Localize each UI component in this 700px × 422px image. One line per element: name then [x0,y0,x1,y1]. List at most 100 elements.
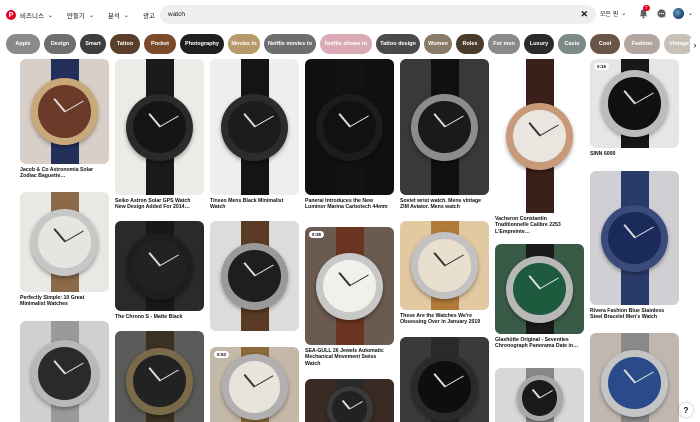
video-duration-badge: 0:38 [309,231,325,238]
pin-image[interactable] [210,221,299,331]
pin-card[interactable]: Tinseo Mens Black Minimalist Watch [210,59,299,211]
chip-netflix-shows-to[interactable]: Netflix shows to [320,34,372,54]
pin-card[interactable]: Perfectly Simple: 10 Great Minimalist Wa… [20,192,109,308]
nav-business[interactable]: 비즈니스 ⌄ [20,10,53,21]
pin-card[interactable] [210,221,299,331]
pin-image[interactable] [400,337,489,422]
chip-rolex[interactable]: Rolex [456,34,484,54]
pin-image[interactable] [115,221,204,311]
chip-women[interactable]: Women [424,34,452,54]
messages-icon[interactable] [656,8,667,19]
pin-card[interactable] [495,368,584,422]
pin-image[interactable] [210,59,299,195]
clear-search-icon[interactable]: ✕ [580,9,588,20]
notification-count-badge: 7 [643,5,650,11]
pin-image[interactable] [590,171,679,305]
pin-image[interactable]: 0:38 [305,227,394,345]
pin-card[interactable]: These Are the Watches We're Obsessing Ov… [400,221,489,326]
pin-card[interactable]: Glashütte Original - Seventies Chronogra… [495,244,584,350]
pin-image[interactable] [20,192,109,292]
pin-title[interactable]: The Chrono S - Matte Black [115,314,204,320]
pin-card[interactable]: Soviet wrist watch. Mens vintage ZIM Avi… [400,59,489,211]
help-icon: ? [683,405,689,415]
pin-title[interactable]: Rivera Fashion Blue Stainless Steel Brac… [590,308,679,321]
nav-analytics[interactable]: 분석 ⌄ [107,10,129,21]
account-menu-chevron-icon[interactable]: ⌄ [688,10,693,17]
search-scope-select[interactable]: 모든 핀 ⌄ [600,9,626,18]
pin-title[interactable]: SINN 6000 [590,151,679,157]
pin-image[interactable]: 0:53 [210,347,299,422]
search-scope-label: 모든 핀 [600,12,619,18]
pin-image[interactable] [115,59,204,195]
nav-create[interactable]: 만들기 ⌄ [66,10,94,21]
pin-image[interactable] [115,331,204,422]
pin-title[interactable]: Jacob & Co Astronomia Solar Zodiac Bague… [20,167,109,180]
pin-card[interactable] [115,331,204,422]
chip-cool[interactable]: Cool [590,34,620,54]
chip-design[interactable]: Design [44,34,76,54]
nav-analytics-label: 분석 [107,13,120,20]
pin-title[interactable]: Vacheron Constantin Traditionnelle Calib… [495,216,584,235]
user-avatar[interactable] [673,8,684,19]
logo-letter: P [8,11,14,19]
pin-image[interactable] [305,59,394,195]
chip-tattoo-design[interactable]: Tattoo design [376,34,420,54]
search-input[interactable]: watch ✕ [160,5,596,24]
chip-pocket[interactable]: Pocket [144,34,176,54]
chevron-right-icon[interactable]: › [690,38,700,52]
pin-title[interactable]: Tinseo Mens Black Minimalist Watch [210,198,299,211]
chip-luxury[interactable]: Luxury [524,34,554,54]
pin-image[interactable] [495,244,584,334]
pin-image[interactable] [495,59,584,213]
pin-image[interactable] [400,221,489,310]
chevron-down-icon: ⌄ [47,12,53,19]
pin-title[interactable]: Seiko Astron Solar GPS Watch New Design … [115,198,204,211]
video-duration-badge: 0:15 [594,63,610,70]
pin-card[interactable]: Vacheron Constantin Traditionnelle Calib… [495,59,584,235]
chevron-down-icon: ⌄ [123,12,129,19]
chip-apple[interactable]: Apple [6,34,40,54]
chip-photography[interactable]: Photography [180,34,224,54]
pin-image[interactable] [495,368,584,422]
pin-card[interactable]: 0:15 SINN 6000 [590,59,679,157]
pin-image[interactable]: 0:15 [590,59,679,148]
pin-card[interactable]: Audemars Piguet Royal Oak Double Balance… [20,321,109,422]
chip-smart[interactable]: Smart [80,34,106,54]
pin-image[interactable] [305,379,394,422]
pin-title[interactable]: SEA-GULL 26 Jewels Automatic Mechanical … [305,348,394,367]
chip-casio[interactable]: Casio [558,34,586,54]
watch-dial [331,391,368,422]
pin-card[interactable]: Seiko Astron Solar GPS Watch New Design … [115,59,204,211]
pin-card[interactable]: Jacob & Co Astronomia Solar Zodiac Bague… [20,59,109,180]
chip-tattoo[interactable]: Tattoo [110,34,140,54]
pin-title[interactable]: Perfectly Simple: 10 Great Minimalist Wa… [20,295,109,308]
search-query-text[interactable]: watch [168,11,580,18]
pin-title[interactable]: These Are the Watches We're Obsessing Ov… [400,313,489,326]
pin-card[interactable]: 0:38 SEA-GULL 26 Jewels Automatic Mechani… [305,227,394,367]
nav-ads-label: 광고 [142,13,155,20]
pin-card[interactable] [590,333,679,422]
pin-grid: Jacob & Co Astronomia Solar Zodiac Bague… [0,59,700,422]
pin-image[interactable] [400,59,489,195]
pin-image[interactable] [590,333,679,422]
pin-card[interactable] [400,337,489,422]
pin-title[interactable]: Glashütte Original - Seventies Chronogra… [495,337,584,350]
pin-card[interactable]: 0:53 [210,347,299,422]
pin-card[interactable]: Rivera Fashion Blue Stainless Steel Brac… [590,171,679,321]
video-duration-badge: 0:53 [214,351,230,358]
nav-create-label: 만들기 [66,13,85,20]
help-button[interactable]: ? [679,403,693,417]
pin-card[interactable]: Panerai Introduces the New Luminor Marin… [305,59,394,211]
pin-image[interactable] [20,59,109,164]
chip-netflix-movies-to[interactable]: Netflix movies to [264,34,316,54]
pin-title[interactable]: Soviet wrist watch. Mens vintage ZIM Avi… [400,198,489,211]
pinterest-logo[interactable]: P [6,10,16,20]
pin-title[interactable]: Panerai Introduces the New Luminor Marin… [305,198,394,211]
chip-movies-to[interactable]: Movies to [228,34,260,54]
chip-for-men[interactable]: For men [488,34,520,54]
chevron-down-icon: ⌄ [88,12,94,19]
pin-card[interactable] [305,379,394,422]
pin-image[interactable] [20,321,109,422]
pin-card[interactable]: The Chrono S - Matte Black [115,221,204,320]
chip-fashion[interactable]: Fashion [624,34,660,54]
